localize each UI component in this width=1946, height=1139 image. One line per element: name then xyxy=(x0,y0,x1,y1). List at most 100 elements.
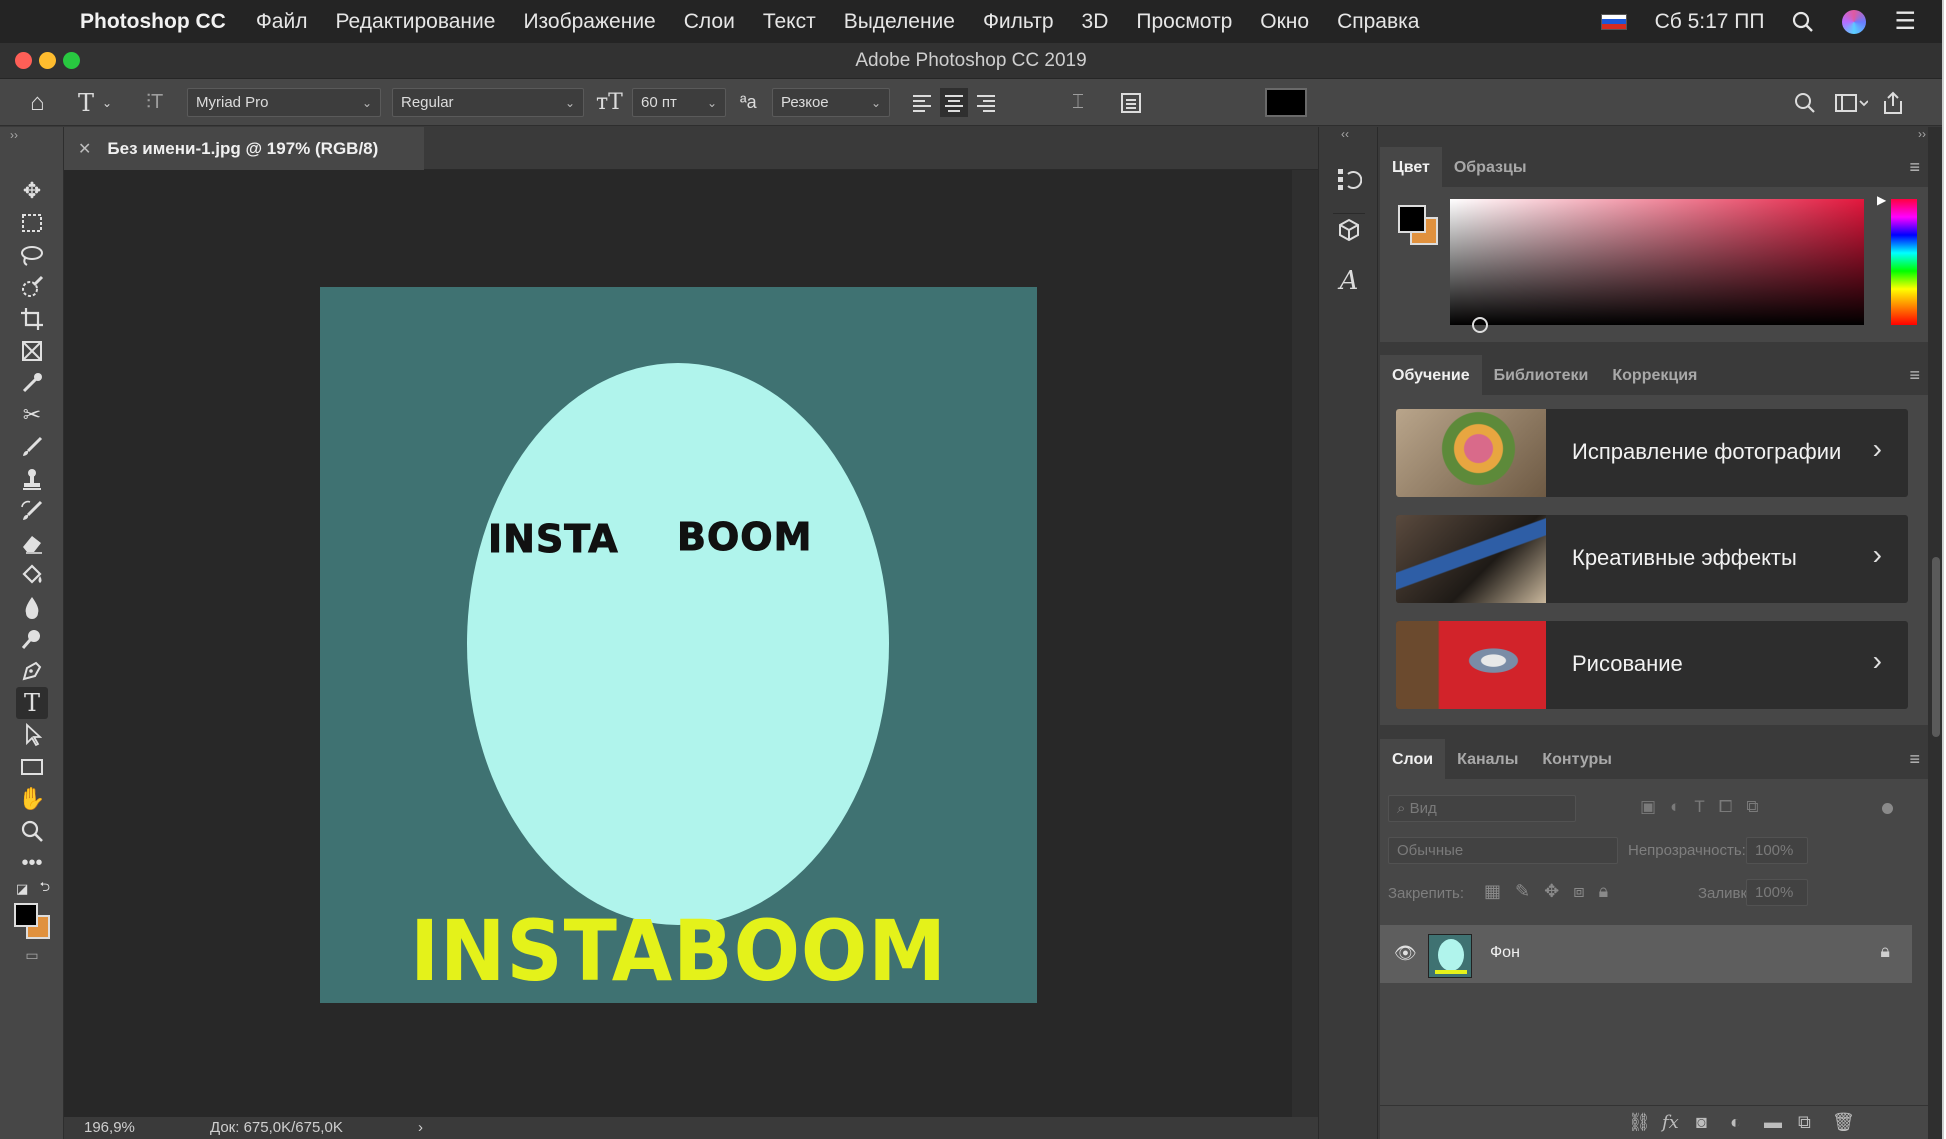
layer-row[interactable]: 👁︎ Фон 🔒︎ xyxy=(1380,925,1912,983)
eye-visibility-icon[interactable]: 👁︎ xyxy=(1394,943,1417,964)
quick-selection-tool-icon[interactable] xyxy=(16,271,48,303)
menu-select[interactable]: Выделение xyxy=(844,10,955,34)
move-tool-icon[interactable]: ✥ xyxy=(16,175,48,207)
lock-transparent-pixels-icon[interactable]: ▦ xyxy=(1484,881,1501,902)
align-left-icon[interactable] xyxy=(912,88,932,117)
history-panel-icon[interactable] xyxy=(1333,163,1365,195)
text-insta[interactable]: INSTA xyxy=(488,517,619,562)
menu-edit[interactable]: Редактирование xyxy=(335,10,495,34)
pen-tool-icon[interactable] xyxy=(16,655,48,687)
collapse-toolbar-icon[interactable]: ›› xyxy=(10,127,42,143)
font-family-dropdown[interactable]: Myriad Pro ⌄ xyxy=(187,88,381,117)
app-menu[interactable]: Photoshop CC xyxy=(80,10,226,34)
spotlight-search-icon[interactable] xyxy=(1792,11,1814,33)
input-language-flag-icon[interactable] xyxy=(1600,13,1627,30)
share-icon[interactable] xyxy=(1882,88,1904,117)
toggle-text-orientation-icon[interactable]: ⫶T xyxy=(146,88,163,117)
menu-file[interactable]: Файл xyxy=(256,10,308,34)
learn-card-drawing[interactable]: Рисование › xyxy=(1396,621,1908,709)
font-style-dropdown[interactable]: Regular ⌄ xyxy=(392,88,584,117)
warp-text-icon[interactable]: ⌶ xyxy=(1072,88,1084,117)
panel-menu-icon[interactable]: ≡ xyxy=(1909,157,1920,178)
more-tools-icon[interactable]: ••• xyxy=(16,847,48,879)
panels-scrollbar[interactable] xyxy=(1928,127,1942,1139)
zoom-level[interactable]: 196,9% xyxy=(84,1119,135,1136)
font-size-dropdown[interactable]: 60 пт ⌄ xyxy=(632,88,726,117)
text-boom[interactable]: BOOM xyxy=(676,515,812,560)
opacity-input[interactable]: 100% xyxy=(1746,837,1808,864)
clock[interactable]: Сб 5:17 ПП xyxy=(1655,10,1765,34)
menu-type[interactable]: Текст xyxy=(763,10,816,34)
healing-brush-tool-icon[interactable]: ✂ xyxy=(16,399,48,431)
hand-tool-icon[interactable]: ✋ xyxy=(16,783,48,815)
filter-toggle-icon[interactable] xyxy=(1882,803,1893,814)
pixel-layer-filter-icon[interactable]: ▣ xyxy=(1640,797,1656,817)
type-layer-filter-icon[interactable]: T xyxy=(1694,797,1704,817)
lock-all-icon[interactable]: 🔒︎ xyxy=(1599,881,1609,902)
hue-slider[interactable] xyxy=(1891,199,1917,325)
tab-learn[interactable]: Обучение xyxy=(1380,355,1482,395)
menu-3d[interactable]: 3D xyxy=(1082,10,1109,34)
color-picker-field[interactable] xyxy=(1450,199,1864,333)
layer-name[interactable]: Фон xyxy=(1490,944,1520,962)
lasso-tool-icon[interactable] xyxy=(16,239,48,271)
zoom-tool-icon[interactable] xyxy=(16,815,48,847)
history-brush-tool-icon[interactable] xyxy=(16,495,48,527)
notification-center-icon[interactable]: ☰ xyxy=(1894,7,1916,36)
eraser-tool-icon[interactable] xyxy=(16,527,48,559)
text-color-swatch[interactable] xyxy=(1265,88,1307,117)
adjustment-layer-filter-icon[interactable]: ◐ xyxy=(1670,797,1680,817)
brush-tool-icon[interactable] xyxy=(16,431,48,463)
layer-lock-icon[interactable]: 🔒︎ xyxy=(1880,941,1890,962)
search-icon[interactable] xyxy=(1794,88,1816,117)
menu-filter[interactable]: Фильтр xyxy=(983,10,1054,34)
document-canvas[interactable]: INSTA BOOM INSTABOOM xyxy=(320,287,1037,1003)
menu-view[interactable]: Просмотр xyxy=(1136,10,1232,34)
tab-color[interactable]: Цвет xyxy=(1380,147,1442,187)
tab-paths[interactable]: Контуры xyxy=(1530,739,1624,779)
home-icon[interactable]: ⌂ xyxy=(30,88,45,117)
layer-style-icon[interactable]: fx xyxy=(1662,1112,1679,1133)
collapse-panels-icon[interactable]: ›› xyxy=(1918,127,1926,141)
siri-icon[interactable] xyxy=(1842,9,1867,34)
tab-swatches[interactable]: Образцы xyxy=(1442,147,1539,187)
align-right-icon[interactable] xyxy=(976,88,996,117)
crop-tool-icon[interactable] xyxy=(16,303,48,335)
panel-menu-icon[interactable]: ≡ xyxy=(1909,365,1920,386)
character-panel-icon[interactable] xyxy=(1120,88,1142,117)
tab-adjustments[interactable]: Коррекция xyxy=(1600,355,1709,395)
status-menu-arrow-icon[interactable]: › xyxy=(418,1119,423,1136)
menu-window[interactable]: Окно xyxy=(1260,10,1309,34)
eyedropper-tool-icon[interactable] xyxy=(16,367,48,399)
clone-stamp-tool-icon[interactable] xyxy=(16,463,48,495)
new-group-icon[interactable]: ▬ xyxy=(1764,1112,1782,1133)
type-tool-preset-icon[interactable]: T ⌄ xyxy=(78,88,112,117)
text-instaboom[interactable]: INSTABOOM xyxy=(345,902,1012,1000)
layer-filter-dropdown[interactable]: ⌕ Вид xyxy=(1388,795,1576,822)
color-picker-cursor[interactable] xyxy=(1472,317,1488,333)
expand-panels-icon[interactable]: ‹‹ xyxy=(1341,127,1349,141)
lock-position-icon[interactable]: ✥ xyxy=(1544,881,1559,902)
menu-help[interactable]: Справка xyxy=(1337,10,1419,34)
learn-card-photo-fix[interactable]: Исправление фотографии › xyxy=(1396,409,1908,497)
marquee-tool-icon[interactable] xyxy=(16,207,48,239)
antialias-dropdown[interactable]: Резкое ⌄ xyxy=(772,88,890,117)
delete-layer-icon[interactable]: 🗑︎ xyxy=(1832,1112,1855,1133)
type-tool-icon[interactable]: T xyxy=(16,687,48,719)
learn-card-creative-effects[interactable]: Креативные эффекты › xyxy=(1396,515,1908,603)
document-tab[interactable]: ✕ Без имени-1.jpg @ 197% (RGB/8) xyxy=(64,127,424,170)
3d-panel-icon[interactable] xyxy=(1333,213,1365,245)
foreground-color-swatch[interactable] xyxy=(14,903,38,927)
tab-libraries[interactable]: Библиотеки xyxy=(1482,355,1601,395)
canvas-vertical-scrollbar[interactable] xyxy=(1292,170,1318,1117)
blur-tool-icon[interactable] xyxy=(16,591,48,623)
new-adjustment-layer-icon[interactable]: ◐ xyxy=(1730,1112,1741,1133)
default-colors-icon[interactable]: ◪ ⮌ xyxy=(16,879,50,899)
paint-bucket-tool-icon[interactable] xyxy=(16,559,48,591)
link-layers-icon[interactable]: ⛓ xyxy=(1628,1112,1651,1133)
menu-layers[interactable]: Слои xyxy=(684,10,735,34)
glyphs-panel-icon[interactable]: A xyxy=(1333,265,1365,297)
hue-slider-handle[interactable]: ▶ xyxy=(1877,193,1886,207)
shape-layer-filter-icon[interactable]: ⧠ xyxy=(1719,797,1733,817)
lock-artboard-icon[interactable]: ⧈ xyxy=(1573,881,1584,902)
